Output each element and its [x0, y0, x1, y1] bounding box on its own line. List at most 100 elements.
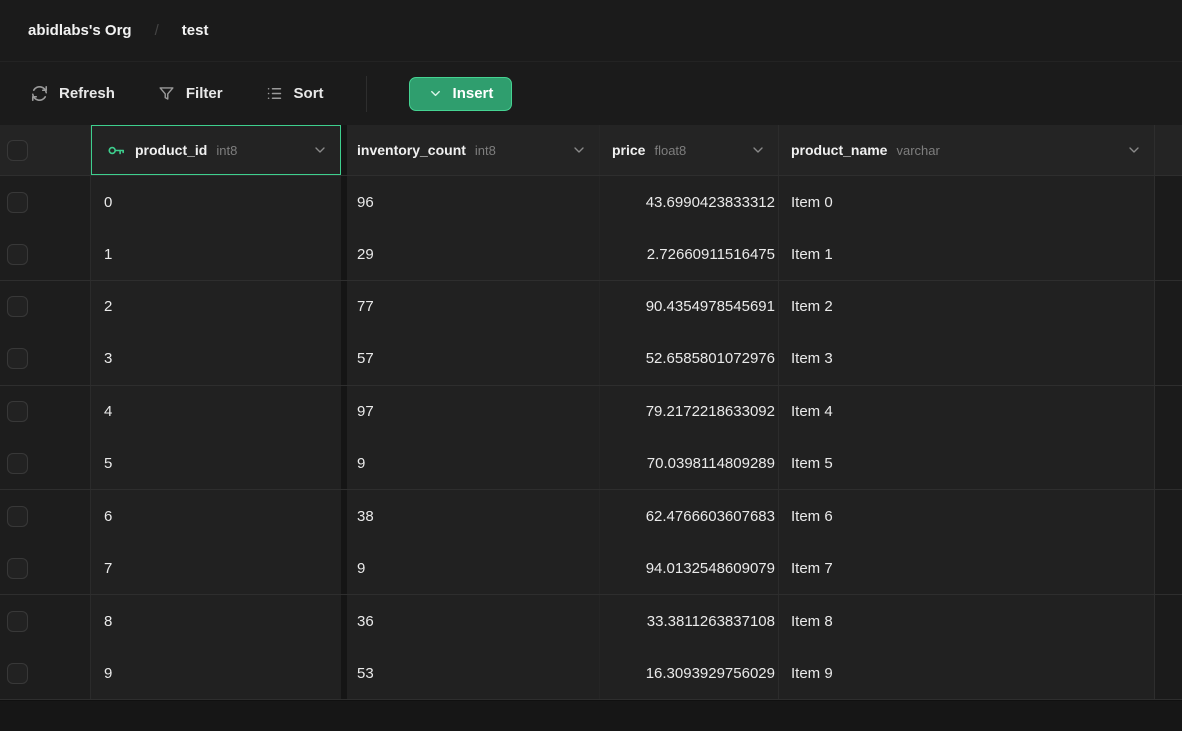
cell-product-name[interactable]: Item 7	[779, 543, 1155, 594]
cell-inventory-count[interactable]: 9	[347, 543, 600, 594]
filter-label: Filter	[186, 85, 223, 102]
table-body: 0 96 43.6990423833312 Item 0 1 29 2.7266…	[0, 176, 1182, 700]
column-header-product-name[interactable]: product_name varchar	[779, 125, 1155, 175]
cell-product-id[interactable]: 8	[91, 595, 341, 647]
row-select-cell	[0, 543, 91, 594]
toolbar-divider	[366, 76, 367, 112]
cell-product-name[interactable]: Item 5	[779, 438, 1155, 489]
select-all-checkbox[interactable]	[7, 140, 28, 161]
row-filler	[1155, 228, 1182, 279]
row-select-cell	[0, 281, 91, 333]
cell-price[interactable]: 33.3811263837108	[600, 595, 779, 647]
cell-price[interactable]: 62.4766603607683	[600, 490, 779, 542]
row-checkbox[interactable]	[7, 244, 28, 265]
row-filler	[1155, 386, 1182, 438]
column-header-price[interactable]: price float8	[600, 125, 779, 175]
cell-product-name[interactable]: Item 6	[779, 490, 1155, 542]
row-checkbox[interactable]	[7, 401, 28, 422]
cell-inventory-count[interactable]: 36	[347, 595, 600, 647]
cell-product-id[interactable]: 6	[91, 490, 341, 542]
cell-product-id[interactable]: 2	[91, 281, 341, 333]
chevron-down-icon[interactable]	[750, 142, 766, 158]
table-row: 9 53 16.3093929756029 Item 9	[0, 648, 1182, 700]
breadcrumb-org[interactable]: abidlabs's Org	[28, 22, 132, 39]
cell-product-id[interactable]: 1	[91, 228, 341, 279]
cell-inventory-count[interactable]: 97	[347, 386, 600, 438]
filter-button[interactable]: Filter	[157, 84, 223, 103]
row-checkbox[interactable]	[7, 453, 28, 474]
cell-product-id[interactable]: 9	[91, 648, 341, 699]
cell-product-id[interactable]: 5	[91, 438, 341, 489]
cell-inventory-count[interactable]: 77	[347, 281, 600, 333]
cell-product-name[interactable]: Item 3	[779, 333, 1155, 384]
row-checkbox[interactable]	[7, 192, 28, 213]
cell-product-id[interactable]: 4	[91, 386, 341, 438]
breadcrumb-separator: /	[155, 22, 159, 39]
row-filler	[1155, 490, 1182, 542]
toolbar: Refresh Filter Sort Insert	[0, 62, 1182, 125]
chevron-down-icon[interactable]	[1126, 142, 1142, 158]
filter-icon	[157, 84, 176, 103]
cell-inventory-count[interactable]: 38	[347, 490, 600, 542]
cell-price[interactable]: 2.72660911516475	[600, 228, 779, 279]
chevron-down-icon[interactable]	[571, 142, 587, 158]
cell-price[interactable]: 43.6990423833312	[600, 176, 779, 228]
sort-button[interactable]: Sort	[265, 84, 324, 103]
column-header-inventory-count[interactable]: inventory_count int8	[347, 125, 600, 175]
column-type: float8	[654, 143, 686, 158]
column-header-product-id[interactable]: product_id int8	[91, 125, 341, 175]
cell-product-name[interactable]: Item 0	[779, 176, 1155, 228]
cell-price[interactable]: 79.2172218633092	[600, 386, 779, 438]
cell-product-id[interactable]: 0	[91, 176, 341, 228]
cell-product-name[interactable]: Item 2	[779, 281, 1155, 333]
chevron-down-icon[interactable]	[312, 142, 328, 158]
cell-inventory-count[interactable]: 57	[347, 333, 600, 384]
insert-label: Insert	[453, 85, 494, 102]
cell-product-name[interactable]: Item 8	[779, 595, 1155, 647]
row-select-cell	[0, 176, 91, 228]
row-filler	[1155, 281, 1182, 333]
row-select-cell	[0, 333, 91, 384]
table-row: 1 29 2.72660911516475 Item 1	[0, 228, 1182, 280]
cell-product-name[interactable]: Item 9	[779, 648, 1155, 699]
sort-icon	[265, 84, 284, 103]
cell-product-name[interactable]: Item 1	[779, 228, 1155, 279]
cell-price[interactable]: 52.6585801072976	[600, 333, 779, 384]
table-row: 2 77 90.4354978545691 Item 2	[0, 281, 1182, 333]
cell-inventory-count[interactable]: 96	[347, 176, 600, 228]
cell-price[interactable]: 90.4354978545691	[600, 281, 779, 333]
column-label: inventory_count	[357, 142, 466, 158]
table-row: 5 9 70.0398114809289 Item 5	[0, 438, 1182, 490]
footer-bar	[0, 700, 1182, 731]
refresh-button[interactable]: Refresh	[30, 84, 115, 103]
cell-price[interactable]: 94.0132548609079	[600, 543, 779, 594]
row-select-cell	[0, 490, 91, 542]
cell-inventory-count[interactable]: 9	[347, 438, 600, 489]
cell-price[interactable]: 70.0398114809289	[600, 438, 779, 489]
select-all-cell	[0, 125, 91, 175]
table-row: 3 57 52.6585801072976 Item 3	[0, 333, 1182, 385]
row-checkbox[interactable]	[7, 663, 28, 684]
row-filler	[1155, 595, 1182, 647]
table-row: 7 9 94.0132548609079 Item 7	[0, 543, 1182, 595]
insert-button[interactable]: Insert	[409, 77, 513, 111]
row-checkbox[interactable]	[7, 506, 28, 527]
refresh-label: Refresh	[59, 85, 115, 102]
row-checkbox[interactable]	[7, 348, 28, 369]
header-filler	[1155, 125, 1182, 175]
column-type: varchar	[896, 143, 939, 158]
cell-inventory-count[interactable]: 53	[347, 648, 600, 699]
table-row: 8 36 33.3811263837108 Item 8	[0, 595, 1182, 647]
sort-label: Sort	[294, 85, 324, 102]
row-filler	[1155, 543, 1182, 594]
row-checkbox[interactable]	[7, 296, 28, 317]
cell-product-name[interactable]: Item 4	[779, 386, 1155, 438]
row-checkbox[interactable]	[7, 558, 28, 579]
cell-product-id[interactable]: 7	[91, 543, 341, 594]
cell-product-id[interactable]: 3	[91, 333, 341, 384]
cell-price[interactable]: 16.3093929756029	[600, 648, 779, 699]
row-select-cell	[0, 228, 91, 279]
cell-inventory-count[interactable]: 29	[347, 228, 600, 279]
breadcrumb-table[interactable]: test	[182, 22, 209, 39]
row-checkbox[interactable]	[7, 611, 28, 632]
